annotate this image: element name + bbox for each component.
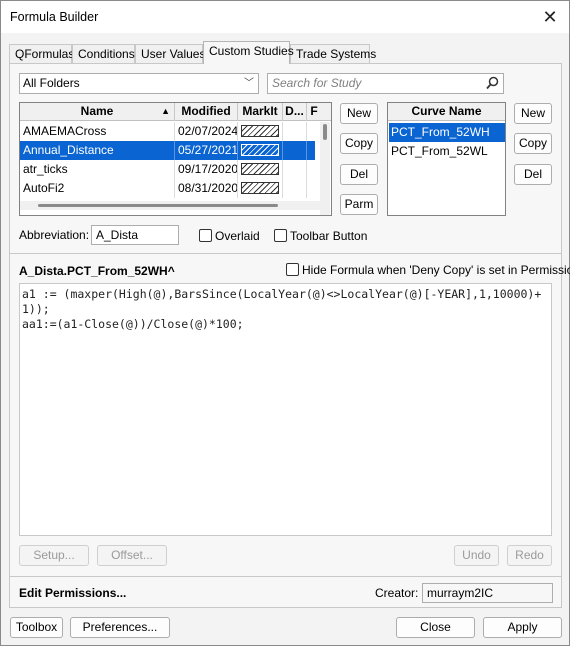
hatch-pattern-icon <box>241 163 279 175</box>
tab-custom-studies[interactable]: Custom Studies <box>203 41 294 64</box>
curve-name-header[interactable]: Curve Name <box>388 103 505 121</box>
formula-line: a1 := (maxper(High(@),BarsSince(LocalYea… <box>22 287 542 301</box>
study-modified: 09/17/2020 <box>175 160 238 179</box>
horizontal-scroll-thumb[interactable] <box>38 204 278 207</box>
title-bar: Formula Builder ✕ <box>1 1 569 33</box>
column-d[interactable]: D... <box>283 103 307 121</box>
creator-field: murraym2IC <box>422 583 553 603</box>
preferences-button[interactable]: Preferences... <box>70 617 170 638</box>
window-title: Formula Builder <box>10 10 99 24</box>
undo-button[interactable]: Undo <box>454 545 499 566</box>
copy-curve-button[interactable]: Copy <box>514 133 552 154</box>
abbreviation-input[interactable]: A_Dista <box>91 225 179 245</box>
close-button[interactable]: Close <box>396 617 475 638</box>
formula-editor[interactable]: a1 := (maxper(High(@),BarsSince(LocalYea… <box>19 283 552 536</box>
search-icon[interactable] <box>486 76 499 90</box>
delete-study-button[interactable]: Del <box>340 164 378 185</box>
study-modified: 08/31/2020 <box>175 179 238 198</box>
markit-cell <box>238 160 283 179</box>
column-name[interactable]: Name ▲ <box>20 103 175 121</box>
studies-horizontal-scrollbar[interactable] <box>20 201 320 210</box>
d-cell <box>283 179 307 198</box>
setup-button[interactable]: Setup... <box>19 545 89 566</box>
divider <box>10 576 561 577</box>
redo-button[interactable]: Redo <box>507 545 552 566</box>
study-name: Annual_Distance <box>20 141 175 160</box>
hatch-pattern-icon <box>241 144 279 156</box>
edit-permissions-link[interactable]: Edit Permissions... <box>19 586 126 600</box>
table-row[interactable]: AutoFi2 08/31/2020 <box>20 179 320 198</box>
apply-button[interactable]: Apply <box>483 617 562 638</box>
parm-button[interactable]: Parm <box>340 194 378 215</box>
curve-item[interactable]: PCT_From_52WL <box>389 142 505 161</box>
column-markit[interactable]: MarkIt <box>238 103 283 121</box>
study-name: atr_ticks <box>20 160 175 179</box>
column-name-label: Name <box>80 104 114 118</box>
new-curve-button[interactable]: New <box>514 103 552 124</box>
tab-trade-systems[interactable]: Trade Systems <box>290 44 376 64</box>
new-study-button[interactable]: New <box>340 103 378 124</box>
table-row[interactable]: Annual_Distance 05/27/2021 <box>20 141 315 160</box>
markit-cell <box>238 179 283 198</box>
hatch-pattern-icon <box>241 125 279 137</box>
vertical-scroll-thumb[interactable] <box>323 124 327 140</box>
formula-builder-window: Formula Builder ✕ QFormulas Conditions U… <box>0 0 570 646</box>
copy-study-button[interactable]: Copy <box>340 133 378 154</box>
study-search-input[interactable]: Search for Study <box>267 73 504 94</box>
markit-cell <box>238 122 283 141</box>
toolbox-button[interactable]: Toolbox <box>10 617 63 638</box>
folder-select[interactable]: All Folders ﹀ <box>19 73 259 94</box>
d-cell <box>283 141 307 160</box>
close-icon[interactable]: ✕ <box>539 6 561 28</box>
table-row[interactable]: AMAEMACross 02/07/2024 <box>20 122 320 141</box>
creator-label: Creator: <box>375 586 419 600</box>
d-cell <box>283 160 307 179</box>
toolbar-button-label[interactable]: Toolbar Button <box>290 229 367 243</box>
hatch-pattern-icon <box>241 182 279 194</box>
d-cell <box>283 122 307 141</box>
table-row[interactable]: atr_ticks 09/17/2020 <box>20 160 320 179</box>
delete-curve-button[interactable]: Del <box>514 164 552 185</box>
curve-item[interactable]: PCT_From_52WH <box>389 123 505 142</box>
overlaid-checkbox[interactable] <box>199 229 212 242</box>
toolbar-button-checkbox[interactable] <box>274 229 287 242</box>
formula-title: A_Dista.PCT_From_52WH^ <box>19 264 175 278</box>
abbreviation-label: Abbreviation: <box>19 228 90 242</box>
formula-line: 1)); <box>22 302 50 316</box>
study-search-placeholder: Search for Study <box>272 76 362 90</box>
formula-line: aa1:=(a1-Close(@))/Close(@)*100; <box>22 317 244 331</box>
studies-table: Name ▲ Modified MarkIt D... F AMAEMACros… <box>19 102 332 216</box>
chevron-down-icon: ﹀ <box>244 78 254 89</box>
overlaid-label[interactable]: Overlaid <box>215 229 260 243</box>
study-modified: 02/07/2024 <box>175 122 238 141</box>
offset-button[interactable]: Offset... <box>97 545 167 566</box>
study-modified: 05/27/2021 <box>175 141 238 160</box>
tab-conditions[interactable]: Conditions <box>72 44 135 64</box>
column-modified[interactable]: Modified <box>175 103 238 121</box>
curve-list: Curve Name PCT_From_52WH PCT_From_52WL <box>387 102 506 216</box>
markit-cell <box>238 141 283 160</box>
divider <box>10 253 561 254</box>
studies-vertical-scrollbar[interactable] <box>320 122 330 215</box>
hide-formula-checkbox[interactable] <box>286 263 299 276</box>
tab-user-values[interactable]: User Values <box>135 44 205 64</box>
folder-select-value: All Folders <box>23 76 80 90</box>
studies-table-header: Name ▲ Modified MarkIt D... F <box>20 103 331 121</box>
study-name: AutoFi2 <box>20 179 175 198</box>
tab-qformulas[interactable]: QFormulas <box>9 44 74 64</box>
study-name: AMAEMACross <box>20 122 175 141</box>
column-f[interactable]: F <box>307 103 321 121</box>
hide-formula-label[interactable]: Hide Formula when 'Deny Copy' is set in … <box>302 263 570 277</box>
sort-up-icon: ▲ <box>161 106 170 116</box>
